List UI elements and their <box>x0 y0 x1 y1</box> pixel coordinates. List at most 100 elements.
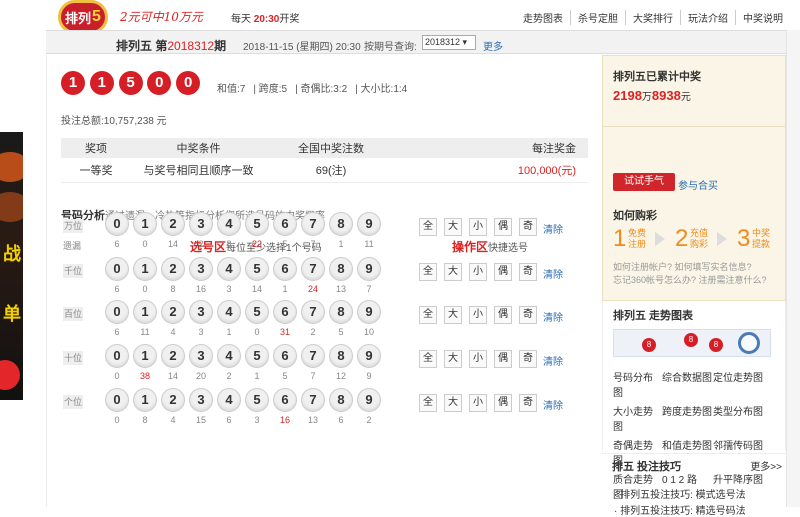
digit-ball[interactable]: 6 <box>273 212 297 236</box>
clear-button[interactable]: 清除 <box>543 221 563 236</box>
clear-button[interactable]: 清除 <box>543 397 563 412</box>
digit-ball[interactable]: 9 <box>357 257 381 281</box>
nav-trend-charts[interactable]: 走势图表 <box>516 10 570 25</box>
digit-ball[interactable]: 0 <box>105 300 129 324</box>
digit-ball[interactable]: 4 <box>217 388 241 412</box>
digit-ball[interactable]: 6 <box>273 257 297 281</box>
quick-pick-big-button[interactable]: 大 <box>444 306 462 324</box>
digit-ball[interactable]: 0 <box>105 344 129 368</box>
quick-pick-odd-button[interactable]: 奇 <box>519 263 537 281</box>
digit-ball[interactable]: 7 <box>301 388 325 412</box>
tips-link[interactable]: · 排列五投注技巧: 精选号码法 <box>614 502 746 517</box>
tips-more-link[interactable]: 更多>> <box>750 458 782 473</box>
digit-ball[interactable]: 3 <box>189 344 213 368</box>
faq-link-1[interactable]: 如何注册帐户? 如何填写实名信息? <box>613 261 767 274</box>
digit-ball[interactable]: 9 <box>357 300 381 324</box>
quick-pick-big-button[interactable]: 大 <box>444 350 462 368</box>
quick-pick-even-button[interactable]: 偶 <box>494 218 512 236</box>
quick-pick-all-button[interactable]: 全 <box>419 350 437 368</box>
tips-link[interactable]: · 排列五投注技巧: 模式选号法 <box>614 486 746 501</box>
digit-ball[interactable]: 2 <box>161 257 185 281</box>
quick-pick-big-button[interactable]: 大 <box>444 218 462 236</box>
digit-ball[interactable]: 0 <box>105 388 129 412</box>
trend-link[interactable]: 跨度走势图 <box>662 403 713 433</box>
quick-pick-odd-button[interactable]: 奇 <box>519 350 537 368</box>
digit-ball[interactable]: 1 <box>133 257 157 281</box>
quick-pick-all-button[interactable]: 全 <box>419 394 437 412</box>
quick-pick-small-button[interactable]: 小 <box>469 218 487 236</box>
digit-ball[interactable]: 5 <box>245 257 269 281</box>
digit-ball[interactable]: 2 <box>161 388 185 412</box>
digit-ball[interactable]: 1 <box>133 300 157 324</box>
digit-ball[interactable]: 3 <box>189 388 213 412</box>
quick-pick-small-button[interactable]: 小 <box>469 306 487 324</box>
nav-winners[interactable]: 大奖排行 <box>625 10 680 25</box>
digit-ball[interactable]: 8 <box>329 344 353 368</box>
clear-button[interactable]: 清除 <box>543 353 563 368</box>
digit-ball[interactable]: 5 <box>245 388 269 412</box>
quick-pick-even-button[interactable]: 偶 <box>494 350 512 368</box>
digit-ball[interactable]: 2 <box>161 344 185 368</box>
trend-chart-thumbnail[interactable]: 8 8 8 <box>613 329 771 357</box>
digit-ball[interactable]: 7 <box>301 257 325 281</box>
digit-ball[interactable]: 0 <box>105 257 129 281</box>
quick-pick-all-button[interactable]: 全 <box>419 263 437 281</box>
try-luck-button[interactable]: 试试手气 <box>613 173 675 191</box>
quick-pick-small-button[interactable]: 小 <box>469 350 487 368</box>
quick-pick-even-button[interactable]: 偶 <box>494 306 512 324</box>
digit-ball[interactable]: 2 <box>161 300 185 324</box>
digit-ball[interactable]: 9 <box>357 212 381 236</box>
quick-pick-even-button[interactable]: 偶 <box>494 394 512 412</box>
digit-ball[interactable]: 4 <box>217 212 241 236</box>
nav-kill-numbers[interactable]: 杀号定胆 <box>570 10 625 25</box>
digit-ball[interactable]: 4 <box>217 344 241 368</box>
quick-pick-odd-button[interactable]: 奇 <box>519 218 537 236</box>
quick-pick-big-button[interactable]: 大 <box>444 263 462 281</box>
digit-ball[interactable]: 2 <box>161 212 185 236</box>
digit-ball[interactable]: 5 <box>245 212 269 236</box>
digit-ball[interactable]: 1 <box>133 212 157 236</box>
issue-select[interactable]: 2018312 ▾ <box>422 35 476 50</box>
digit-ball[interactable]: 6 <box>273 388 297 412</box>
digit-ball[interactable]: 3 <box>189 257 213 281</box>
digit-ball[interactable]: 1 <box>133 344 157 368</box>
digit-ball[interactable]: 9 <box>357 388 381 412</box>
digit-ball[interactable]: 7 <box>301 212 325 236</box>
nav-prize-info[interactable]: 中奖说明 <box>735 10 790 25</box>
digit-ball[interactable]: 7 <box>301 344 325 368</box>
digit-ball[interactable]: 0 <box>105 212 129 236</box>
nav-rules[interactable]: 玩法介绍 <box>680 10 735 25</box>
digit-ball[interactable]: 4 <box>217 257 241 281</box>
quick-pick-all-button[interactable]: 全 <box>419 306 437 324</box>
digit-ball[interactable]: 1 <box>133 388 157 412</box>
digit-ball[interactable]: 3 <box>189 300 213 324</box>
digit-ball[interactable]: 8 <box>329 212 353 236</box>
trend-link[interactable]: 大小走势图 <box>613 403 662 433</box>
clear-button[interactable]: 清除 <box>543 309 563 324</box>
quick-pick-all-button[interactable]: 全 <box>419 218 437 236</box>
quick-pick-odd-button[interactable]: 奇 <box>519 394 537 412</box>
digit-ball[interactable]: 7 <box>301 300 325 324</box>
trend-link[interactable]: 号码分布图 <box>613 369 662 399</box>
group-buy-link[interactable]: 参与合买 <box>678 177 718 192</box>
digit-ball[interactable]: 8 <box>329 300 353 324</box>
digit-ball[interactable]: 9 <box>357 344 381 368</box>
digit-ball[interactable]: 6 <box>273 300 297 324</box>
trend-link[interactable]: 定位走势图 <box>713 369 773 399</box>
digit-ball[interactable]: 8 <box>329 388 353 412</box>
digit-ball[interactable]: 5 <box>245 300 269 324</box>
more-issues-link[interactable]: 更多 <box>483 38 503 53</box>
logo[interactable]: 排列 5 <box>58 0 108 34</box>
trend-link[interactable]: 综合数据图 <box>662 369 713 399</box>
digit-ball[interactable]: 4 <box>217 300 241 324</box>
quick-pick-small-button[interactable]: 小 <box>469 263 487 281</box>
digit-ball[interactable]: 3 <box>189 212 213 236</box>
trend-link[interactable]: 类型分布图 <box>713 403 773 433</box>
digit-ball[interactable]: 6 <box>273 344 297 368</box>
quick-pick-big-button[interactable]: 大 <box>444 394 462 412</box>
digit-ball[interactable]: 8 <box>329 257 353 281</box>
digit-ball[interactable]: 5 <box>245 344 269 368</box>
quick-pick-small-button[interactable]: 小 <box>469 394 487 412</box>
side-ad-banner[interactable]: 战 单 <box>0 132 23 400</box>
quick-pick-odd-button[interactable]: 奇 <box>519 306 537 324</box>
